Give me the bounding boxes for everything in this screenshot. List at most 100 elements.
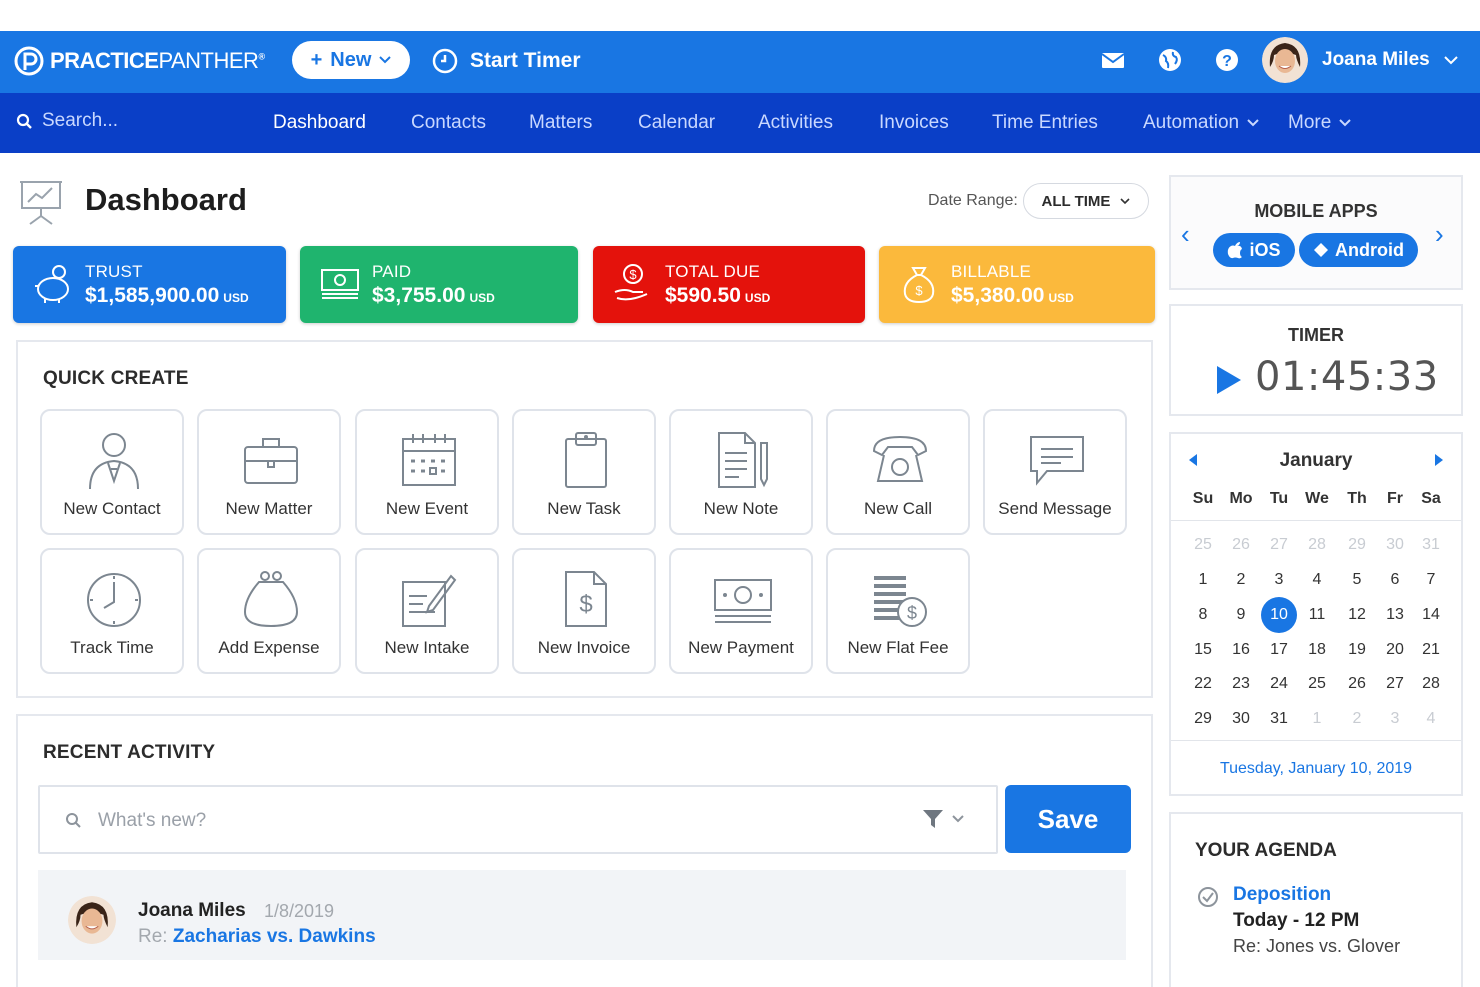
play-icon[interactable]	[1215, 364, 1243, 396]
calendar-day[interactable]: 17	[1261, 633, 1297, 667]
stat-label: BILLABLE	[951, 262, 1032, 281]
calendar-day-outside[interactable]: 1	[1299, 702, 1335, 736]
calendar-day[interactable]: 2	[1223, 563, 1259, 597]
calendar-day[interactable]: 18	[1299, 633, 1335, 667]
user-menu[interactable]: Joana Miles	[1262, 37, 1458, 83]
calendar-day[interactable]: 20	[1377, 633, 1413, 667]
calendar-day[interactable]: 31	[1261, 702, 1297, 736]
calendar-day[interactable]: 7	[1413, 563, 1449, 597]
matter-link[interactable]: Zacharias vs. Dawkins	[173, 926, 376, 947]
nav-time-entries[interactable]: Time Entries	[992, 112, 1098, 134]
calendar-day-outside[interactable]: 4	[1413, 702, 1449, 736]
stat-card-billable[interactable]: $ BILLABLE $5,380.00 USD	[879, 246, 1155, 323]
stat-label: TOTAL DUE	[665, 262, 761, 281]
new-invoice-tile[interactable]: $ New Invoice	[512, 548, 656, 674]
calendar-day-outside[interactable]: 26	[1223, 528, 1259, 562]
chevron-down-icon	[952, 815, 964, 823]
search-box[interactable]: Search...	[16, 110, 118, 132]
new-payment-tile[interactable]: New Payment	[669, 548, 813, 674]
activity-input[interactable]: What's new?	[38, 785, 998, 854]
feed-author[interactable]: Joana Miles	[138, 900, 246, 922]
calendar-day[interactable]: 8	[1185, 598, 1221, 632]
calendar-day[interactable]: 27	[1377, 667, 1413, 701]
calendar-day-outside[interactable]: 3	[1377, 702, 1413, 736]
android-app-button[interactable]: Android	[1299, 233, 1418, 267]
calendar-day[interactable]: 14	[1413, 598, 1449, 632]
calendar-day[interactable]: 10	[1261, 597, 1297, 633]
new-button[interactable]: + New	[292, 41, 410, 79]
new-contact-tile[interactable]: New Contact	[40, 409, 184, 535]
help-icon[interactable]: ?	[1214, 47, 1240, 73]
mail-icon[interactable]	[1100, 47, 1126, 73]
filter-dropdown[interactable]	[922, 808, 964, 830]
calendar-day[interactable]: 24	[1261, 667, 1297, 701]
calendar-day[interactable]: 1	[1185, 563, 1221, 597]
calendar-day-outside[interactable]: 2	[1339, 702, 1375, 736]
agenda-event-link[interactable]: Deposition	[1233, 884, 1331, 906]
new-note-tile[interactable]: New Note	[669, 409, 813, 535]
chevron-left-icon[interactable]: ‹	[1181, 221, 1190, 247]
calendar-day[interactable]: 28	[1413, 667, 1449, 701]
calendar-day-outside[interactable]: 25	[1185, 528, 1221, 562]
calendar-next-icon[interactable]	[1433, 452, 1445, 468]
stat-value: $590.50 USD	[665, 284, 771, 307]
calendar-day[interactable]: 21	[1413, 633, 1449, 667]
track-time-tile[interactable]: Track Time	[40, 548, 184, 674]
calendar-day-outside[interactable]: 30	[1377, 528, 1413, 562]
calendar-day[interactable]: 13	[1377, 598, 1413, 632]
nav-dashboard[interactable]: Dashboard	[273, 112, 366, 134]
check-circle-icon[interactable]	[1197, 886, 1219, 908]
new-flat-fee-tile[interactable]: $ New Flat Fee	[826, 548, 970, 674]
agenda-title: YOUR AGENDA	[1195, 840, 1337, 861]
calendar-day[interactable]: 26	[1339, 667, 1375, 701]
calendar-day[interactable]: 9	[1223, 598, 1259, 632]
new-call-tile[interactable]: New Call	[826, 409, 970, 535]
calendar-day[interactable]: 30	[1223, 702, 1259, 736]
calendar-day[interactable]: 15	[1185, 633, 1221, 667]
new-event-tile[interactable]: New Event	[355, 409, 499, 535]
calendar-day[interactable]: 4	[1299, 563, 1335, 597]
add-expense-tile[interactable]: Add Expense	[197, 548, 341, 674]
calendar-day[interactable]: 12	[1339, 598, 1375, 632]
globe-icon[interactable]	[1157, 47, 1183, 73]
hand-coin-icon: $	[614, 264, 648, 301]
start-timer-button[interactable]: Start Timer	[432, 43, 581, 79]
nav-invoices[interactable]: Invoices	[879, 112, 949, 134]
calendar-day[interactable]: 11	[1299, 598, 1335, 632]
nav-activities[interactable]: Activities	[758, 112, 833, 134]
stat-card-paid[interactable]: PAID $3,755.00 USD	[300, 246, 578, 323]
new-matter-tile[interactable]: New Matter	[197, 409, 341, 535]
chevron-down-icon	[1120, 197, 1131, 204]
calendar-day[interactable]: 29	[1185, 702, 1221, 736]
new-task-tile[interactable]: New Task	[512, 409, 656, 535]
nav-contacts[interactable]: Contacts	[411, 112, 486, 134]
nav-more[interactable]: More	[1288, 112, 1352, 134]
ios-app-button[interactable]: iOS	[1213, 233, 1295, 267]
nav-calendar[interactable]: Calendar	[638, 112, 715, 134]
new-intake-tile[interactable]: New Intake	[355, 548, 499, 674]
clock-icon	[87, 573, 141, 627]
telephone-icon	[872, 435, 928, 482]
send-message-tile[interactable]: Send Message	[983, 409, 1127, 535]
chevron-right-icon[interactable]: ›	[1435, 221, 1444, 247]
calendar-day[interactable]: 5	[1339, 563, 1375, 597]
stat-card-total-due[interactable]: $ TOTAL DUE $590.50 USD	[593, 246, 865, 323]
stat-card-trust[interactable]: TRUST $1,585,900.00 USD	[13, 246, 286, 323]
calendar-day[interactable]: 19	[1339, 633, 1375, 667]
calendar-day-outside[interactable]: 28	[1299, 528, 1335, 562]
calendar-day[interactable]: 25	[1299, 667, 1335, 701]
nav-automation[interactable]: Automation	[1143, 112, 1259, 134]
date-range-select[interactable]: ALL TIME	[1023, 183, 1149, 219]
calendar-day-outside[interactable]: 31	[1413, 528, 1449, 562]
logo-text: PRACTICEPANTHER®	[50, 48, 265, 73]
calendar-day[interactable]: 3	[1261, 563, 1297, 597]
calendar-day[interactable]: 23	[1223, 667, 1259, 701]
calendar-day[interactable]: 6	[1377, 563, 1413, 597]
calendar-day-outside[interactable]: 27	[1261, 528, 1297, 562]
save-button[interactable]: Save	[1005, 785, 1131, 853]
calendar-day[interactable]: 22	[1185, 667, 1221, 701]
calendar-day-outside[interactable]: 29	[1339, 528, 1375, 562]
calendar-day[interactable]: 16	[1223, 633, 1259, 667]
logo[interactable]: PRACTICEPANTHER®	[14, 41, 265, 81]
nav-matters[interactable]: Matters	[529, 112, 592, 134]
